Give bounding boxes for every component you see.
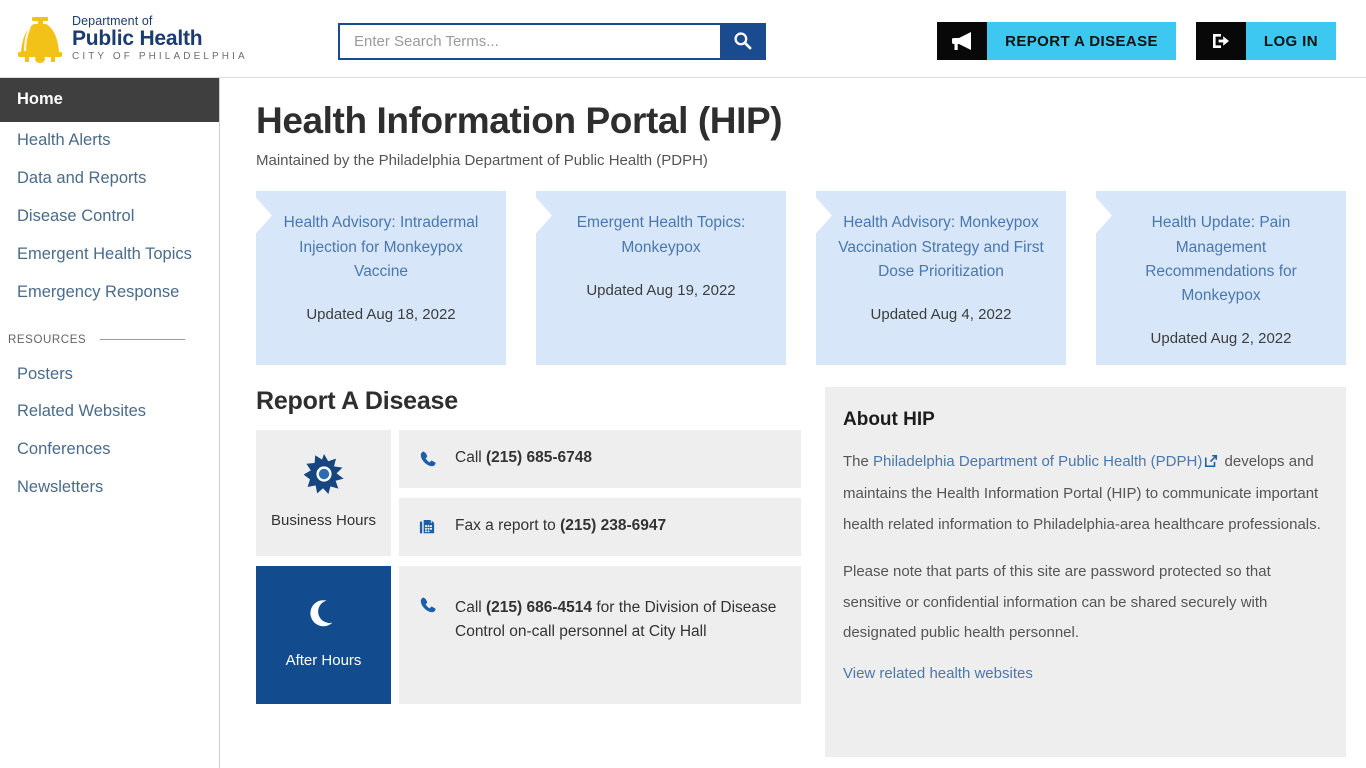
alert-card-title[interactable]: Health Update: Pain Management Recommend… <box>1114 211 1328 308</box>
business-hours-fax-row[interactable]: Fax a report to (215) 238-6947 <box>399 497 801 556</box>
sidebar-item-home[interactable]: Home <box>0 78 219 122</box>
sidebar-section-resources: RESOURCES <box>0 334 219 346</box>
site-logo[interactable]: Department of Public Health CITY OF PHIL… <box>12 11 302 67</box>
report-a-disease-section: Report A Disease Business Hours Call (21… <box>256 387 801 757</box>
business-hours-call-text: Call (215) 685-6748 <box>455 449 593 467</box>
search-input[interactable] <box>340 25 720 58</box>
pdph-link[interactable]: Philadelphia Department of Public Health… <box>873 453 1202 470</box>
sidebar-item-emergency-response[interactable]: Emergency Response <box>0 274 219 312</box>
sidebar-item-conferences[interactable]: Conferences <box>0 431 219 469</box>
business-hours-block: Business Hours Call (215) 685-6748 Fax a… <box>256 429 801 556</box>
alert-card-date: Updated Aug 2, 2022 <box>1150 330 1292 348</box>
search-bar <box>338 23 766 60</box>
phone-icon <box>419 596 441 614</box>
chevron-notch-icon <box>256 197 272 234</box>
after-hours-call-text: Call (215) 686-4514 for the Division of … <box>455 598 777 641</box>
moon-icon <box>306 598 342 639</box>
lower-section: Report A Disease Business Hours Call (21… <box>256 386 1346 757</box>
login-arrow-icon[interactable] <box>1195 22 1246 60</box>
about-hip-paragraph-1: The Philadelphia Department of Public He… <box>843 447 1328 541</box>
search-icon <box>733 31 752 53</box>
search-button[interactable] <box>720 25 764 58</box>
business-hours-label: Business Hours <box>270 512 377 529</box>
report-a-disease-heading: Report A Disease <box>256 386 458 415</box>
after-hours-label: After Hours <box>285 652 362 669</box>
log-in-button[interactable]: LOG IN <box>1195 22 1336 60</box>
sidebar-item-disease-control[interactable]: Disease Control <box>0 198 219 236</box>
sidebar-item-newsletters[interactable]: Newsletters <box>0 469 219 507</box>
sidebar-item-data-and-reports[interactable]: Data and Reports <box>0 160 219 198</box>
alert-card[interactable]: Emergent Health Topics: Monkeypox Update… <box>536 191 786 365</box>
sidebar-item-related-websites[interactable]: Related Websites <box>0 393 219 431</box>
brand-main-line: Public Health <box>72 27 203 51</box>
main-content: Health Information Portal (HIP) Maintain… <box>220 78 1366 768</box>
alert-card-list: Health Advisory: Intradermal Injection f… <box>256 191 1346 365</box>
brand-city-line: CITY OF PHILADELPHIA <box>72 51 248 63</box>
alert-card-date: Updated Aug 18, 2022 <box>306 305 456 323</box>
report-a-disease-label[interactable]: REPORT A DISEASE <box>987 22 1176 60</box>
business-phone-number: (215) 685-6748 <box>486 449 593 467</box>
sun-icon <box>303 454 344 499</box>
page-subtitle: Maintained by the Philadelphia Departmen… <box>256 152 708 170</box>
fax-icon <box>419 518 441 536</box>
brand-department-line: Department of <box>72 13 153 28</box>
megaphone-icon[interactable] <box>937 22 988 60</box>
alert-card[interactable]: Health Update: Pain Management Recommend… <box>1096 191 1346 365</box>
alert-card-date: Updated Aug 19, 2022 <box>586 281 736 299</box>
business-hours-tile: Business Hours <box>256 429 391 556</box>
alert-card[interactable]: Health Advisory: Monkeypox Vaccination S… <box>816 191 1066 365</box>
alert-card[interactable]: Health Advisory: Intradermal Injection f… <box>256 191 506 365</box>
site-header: Department of Public Health CITY OF PHIL… <box>0 0 1366 78</box>
sidebar-section-divider <box>100 339 186 341</box>
business-hours-fax-text: Fax a report to (215) 238-6947 <box>455 517 667 535</box>
phone-icon <box>419 450 441 468</box>
after-hours-tile: After Hours <box>256 565 391 704</box>
view-related-health-websites-link[interactable]: View related health websites <box>843 665 1033 682</box>
liberty-bell-icon <box>12 11 68 67</box>
page-title: Health Information Portal (HIP) <box>256 100 783 141</box>
sidebar-item-emergent-health-topics[interactable]: Emergent Health Topics <box>0 236 219 274</box>
chevron-notch-icon <box>1096 197 1112 234</box>
header-actions: REPORT A DISEASE LOG IN <box>937 22 1336 60</box>
about-hip-panel: About HIP The Philadelphia Department of… <box>825 386 1346 757</box>
after-hours-call-row[interactable]: Call (215) 686-4514 for the Division of … <box>399 565 801 704</box>
sidebar-section-label: RESOURCES <box>8 333 87 346</box>
about-hip-heading: About HIP <box>843 408 935 430</box>
fax-number: (215) 238-6947 <box>560 517 667 535</box>
alert-card-title[interactable]: Health Advisory: Intradermal Injection f… <box>274 211 488 284</box>
external-link-icon[interactable] <box>1204 449 1218 480</box>
sidebar-item-health-alerts[interactable]: Health Alerts <box>0 122 219 160</box>
alert-card-title[interactable]: Health Advisory: Monkeypox Vaccination S… <box>834 211 1048 284</box>
page-body: Home Health Alerts Data and Reports Dise… <box>0 78 1366 768</box>
about-hip-paragraph-2: Please note that parts of this site are … <box>843 562 1271 642</box>
report-a-disease-button[interactable]: REPORT A DISEASE <box>937 22 1176 60</box>
chevron-notch-icon <box>536 197 552 234</box>
after-hours-block: After Hours Call (215) 686-4514 for the … <box>256 565 801 704</box>
chevron-notch-icon <box>816 197 832 234</box>
business-hours-call-row[interactable]: Call (215) 685-6748 <box>399 429 801 488</box>
alert-card-date: Updated Aug 4, 2022 <box>870 305 1012 323</box>
alert-card-title[interactable]: Emergent Health Topics: Monkeypox <box>554 211 768 259</box>
after-hours-phone-number: (215) 686-4514 <box>486 598 593 616</box>
sidebar-item-posters[interactable]: Posters <box>0 356 219 394</box>
log-in-label[interactable]: LOG IN <box>1245 22 1336 60</box>
sidebar-nav: Home Health Alerts Data and Reports Dise… <box>0 78 220 768</box>
